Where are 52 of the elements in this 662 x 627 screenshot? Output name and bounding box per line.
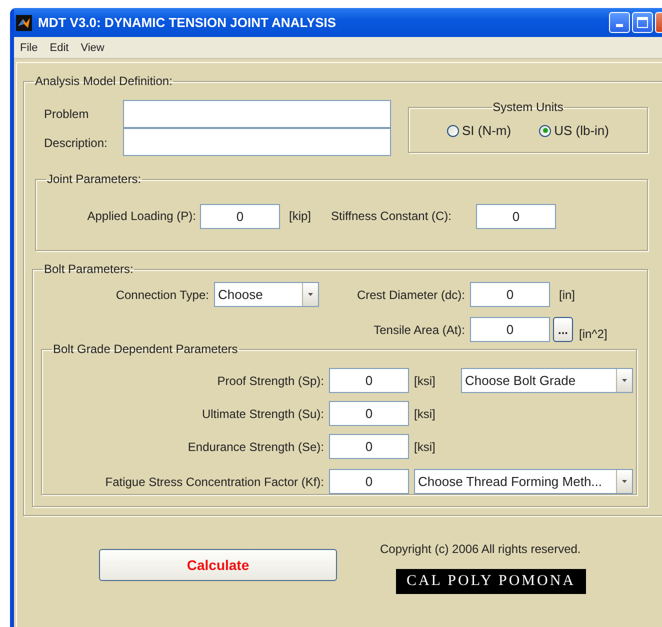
field-label: Applied Loading (P): xyxy=(86,209,196,223)
number-field[interactable]: 0 xyxy=(476,204,556,228)
field-label: Problem xyxy=(44,106,90,123)
unit-label: [ksi] xyxy=(414,440,436,454)
dropdown[interactable]: Choose Bolt Grade xyxy=(461,368,633,393)
number-field[interactable]: 0 xyxy=(329,434,409,459)
field-label: Connection Type: xyxy=(114,288,209,302)
dropdown[interactable]: Choose Thread Forming Meth... xyxy=(414,469,633,494)
group-title: System Units xyxy=(492,100,564,114)
dropdown-arrow-icon xyxy=(622,379,627,382)
number-field[interactable]: 0 xyxy=(470,282,550,307)
text-field[interactable] xyxy=(123,128,391,156)
number-field[interactable]: 0 xyxy=(470,317,550,342)
maximize-icon xyxy=(637,17,648,28)
field-label: Description: xyxy=(44,135,108,152)
browse-button[interactable]: ... xyxy=(553,317,573,342)
menu-item[interactable]: Edit xyxy=(44,42,75,54)
group-title: Analysis Model Definition: xyxy=(34,74,174,88)
unit-label: [ksi] xyxy=(414,406,436,420)
window-title: MDT V3.0: DYNAMIC TENSION JOINT ANALYSIS xyxy=(38,15,336,30)
menu-item[interactable]: File xyxy=(14,42,44,54)
calculate-button[interactable]: Calculate xyxy=(99,549,337,581)
field-label: Endurance Strength (Se): xyxy=(186,440,324,454)
copyright-text: Copyright (c) 2006 All rights reserved. xyxy=(380,542,582,556)
app-icon xyxy=(16,14,32,30)
radio-option[interactable]: SI (N-m) xyxy=(446,123,512,138)
field-label: Tensile Area (At): xyxy=(372,322,465,336)
field-label: Fatigue Stress Concentration Factor (Kf): xyxy=(104,474,324,488)
number-field[interactable]: 0 xyxy=(329,368,409,393)
menu-item[interactable]: View xyxy=(74,42,110,54)
unit-label: [in^2] xyxy=(579,326,608,340)
group-title: Bolt Parameters: xyxy=(43,262,134,276)
number-field[interactable]: 0 xyxy=(329,469,409,494)
unit-label: [ksi] xyxy=(414,374,436,388)
unit-label: [kip] xyxy=(289,209,312,223)
dropdown-arrow-icon xyxy=(622,480,627,483)
radio-option[interactable]: US (lb-in) xyxy=(539,123,609,138)
field-label: Crest Diameter (dc): xyxy=(356,288,465,302)
field-label: Proof Strength (Sp): xyxy=(216,374,324,388)
field-label: Stiffness Constant (C): xyxy=(331,209,453,223)
unit-label: [in] xyxy=(559,288,576,302)
text-field[interactable] xyxy=(123,100,391,128)
number-field[interactable]: 0 xyxy=(329,401,409,426)
maximize-button[interactable] xyxy=(632,12,653,33)
logo: CAL POLY POMONA xyxy=(396,569,586,594)
field-label: Ultimate Strength (Su): xyxy=(200,406,324,420)
number-field[interactable]: 0 xyxy=(200,204,280,228)
dropdown-arrow-icon xyxy=(308,293,313,296)
minimize-button[interactable] xyxy=(609,12,630,33)
dropdown[interactable]: Choose xyxy=(214,282,319,307)
group-title: Joint Parameters: xyxy=(46,172,142,186)
group-title: Bolt Grade Dependent Parameters xyxy=(52,342,239,356)
